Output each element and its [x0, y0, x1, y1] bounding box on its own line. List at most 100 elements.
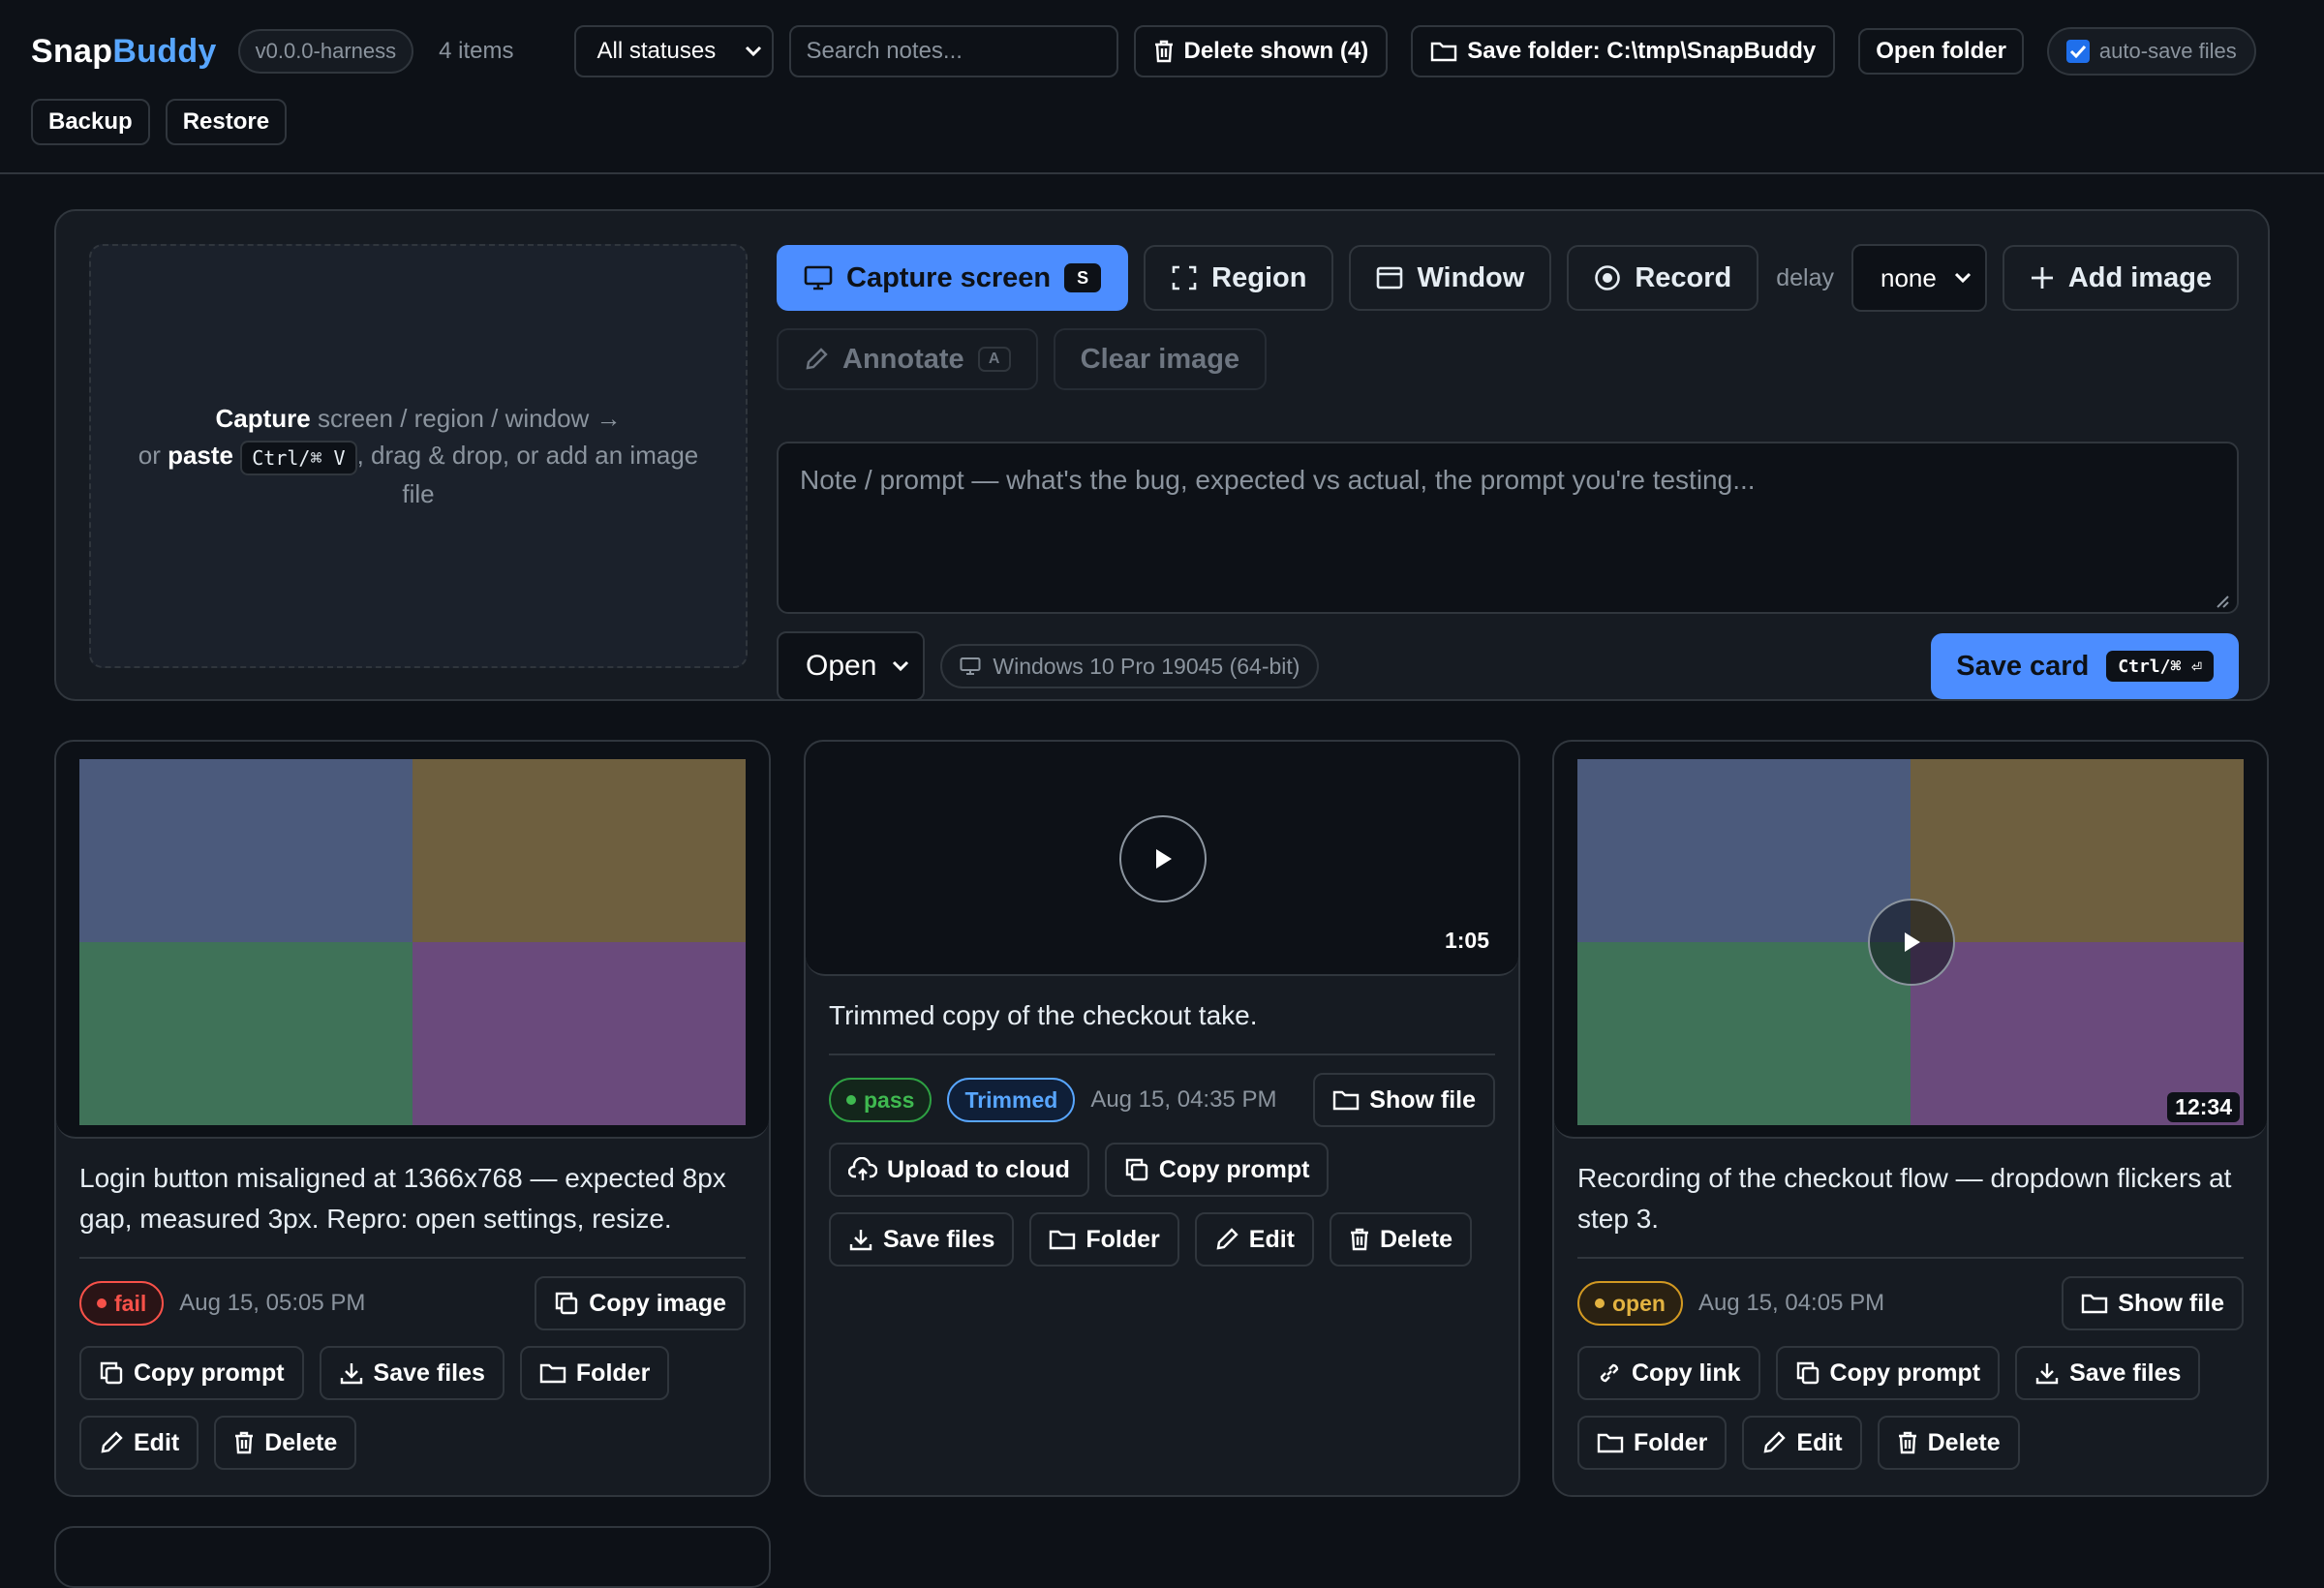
trash-icon [1349, 1228, 1370, 1251]
copy-prompt-label: Copy prompt [1158, 1155, 1310, 1183]
note-card: 1:05 Trimmed copy of the checkout take. … [804, 740, 1520, 1497]
delete-button[interactable]: Delete [214, 1416, 357, 1470]
add-image-button[interactable]: Add image [2002, 245, 2240, 311]
clear-image-button[interactable]: Clear image [1053, 328, 1268, 390]
status-dot [846, 1095, 856, 1105]
capture-screen-button[interactable]: Capture screen S [777, 245, 1129, 311]
folder-button[interactable]: Folder [519, 1346, 670, 1400]
note-textarea[interactable] [777, 442, 2239, 614]
drop-strong-capture: Capture [215, 404, 311, 434]
card-video[interactable]: 12:34 [1554, 742, 2267, 1139]
card-video[interactable]: 1:05 [806, 742, 1518, 976]
download-icon [2034, 1360, 2060, 1386]
annotate-button[interactable]: Annotate A [777, 328, 1038, 390]
edit-button[interactable]: Edit [1742, 1416, 1862, 1470]
card-description[interactable]: Login button misaligned at 1366x768 — ex… [79, 1139, 746, 1259]
delay-label: delay [1776, 263, 1834, 291]
drop-line-1: Capture screen / region / window → [215, 400, 621, 437]
copy-prompt-button[interactable]: Copy prompt [79, 1346, 304, 1400]
cloud-upload-icon [848, 1157, 877, 1182]
item-count: 4 items [439, 38, 514, 64]
edit-label: Edit [1796, 1428, 1843, 1456]
save-folder-label: Save folder: C:\tmp\SnapBuddy [1467, 38, 1817, 64]
copy-image-label: Copy image [589, 1289, 726, 1317]
trash-icon [233, 1431, 255, 1454]
status-dot [1595, 1298, 1605, 1308]
status-label: pass [864, 1086, 915, 1113]
backup-button[interactable]: Backup [31, 99, 150, 145]
status-filter-select[interactable]: All statuses [573, 25, 774, 77]
autosave-label: auto-save files [2098, 39, 2237, 63]
status-badge[interactable]: fail [79, 1281, 165, 1326]
folder-button[interactable]: Folder [1577, 1416, 1728, 1470]
copy-icon [1795, 1360, 1820, 1386]
status-badge[interactable]: open [1577, 1281, 1683, 1326]
region-select-icon [1171, 264, 1198, 291]
thumb-quadrant [79, 759, 413, 942]
autosave-toggle[interactable]: auto-save files [2046, 27, 2256, 76]
window-label: Window [1417, 261, 1525, 293]
capture-panel: Capture screen / region / window → or pa… [54, 209, 2270, 701]
autosave-checkbox[interactable] [2065, 40, 2090, 63]
delay-select[interactable]: none [1851, 244, 1987, 312]
copy-image-button[interactable]: Copy image [535, 1276, 746, 1330]
video-duration: 1:05 [1444, 928, 1489, 953]
folder-icon [1332, 1088, 1360, 1112]
play-button[interactable] [1868, 899, 1955, 986]
add-image-label: Add image [2067, 261, 2213, 293]
copy-link-button[interactable]: Copy link [1577, 1346, 1760, 1400]
record-icon [1594, 264, 1621, 291]
save-files-button[interactable]: Save files [829, 1212, 1015, 1267]
chevron-down-icon [745, 46, 762, 57]
chevron-down-icon [892, 660, 909, 672]
link-icon [1597, 1360, 1622, 1386]
restore-button[interactable]: Restore [165, 99, 288, 145]
folder-icon [1049, 1228, 1076, 1251]
delete-button[interactable]: Delete [1877, 1416, 2020, 1470]
show-file-button[interactable]: Show file [1313, 1073, 1495, 1127]
delete-shown-button[interactable]: Delete shown (4) [1133, 25, 1389, 77]
folder-button[interactable]: Folder [1029, 1212, 1179, 1267]
save-card-button[interactable]: Save card Ctrl/⌘ ⏎ [1931, 633, 2239, 699]
delete-button[interactable]: Delete [1329, 1212, 1473, 1267]
save-folder-button[interactable]: Save folder: C:\tmp\SnapBuddy [1411, 25, 1836, 77]
os-info-badge: Windows 10 Pro 19045 (64-bit) [940, 644, 1320, 688]
folder-label: Folder [1086, 1225, 1160, 1253]
show-file-label: Show file [2118, 1289, 2224, 1317]
os-info-label: Windows 10 Pro 19045 (64-bit) [993, 653, 1300, 679]
download-icon [339, 1360, 364, 1386]
delete-shown-label: Delete shown (4) [1183, 38, 1369, 64]
open-folder-button[interactable]: Open folder [1858, 28, 2024, 75]
copy-prompt-button[interactable]: Copy prompt [1775, 1346, 2001, 1400]
folder-icon [2081, 1292, 2108, 1315]
show-file-button[interactable]: Show file [2062, 1276, 2244, 1330]
folder-label: Folder [575, 1359, 651, 1387]
save-files-button[interactable]: Save files [319, 1346, 505, 1400]
card-description[interactable]: Recording of the checkout flow — dropdow… [1577, 1139, 2244, 1259]
card-timestamp: Aug 15, 04:05 PM [1697, 1290, 1885, 1316]
capture-controls: Capture screen S Region Window Record de… [777, 244, 2240, 701]
record-button[interactable]: Record [1567, 245, 1759, 311]
edit-button[interactable]: Edit [79, 1416, 199, 1470]
edit-button[interactable]: Edit [1194, 1212, 1314, 1267]
resize-grip-icon[interactable] [2216, 595, 2229, 608]
search-input[interactable] [788, 25, 1118, 77]
upload-to-cloud-button[interactable]: Upload to cloud [829, 1143, 1089, 1197]
copy-prompt-button[interactable]: Copy prompt [1104, 1143, 1330, 1197]
region-label: Region [1211, 261, 1307, 293]
drop-zone[interactable]: Capture screen / region / window → or pa… [89, 244, 748, 668]
status-badge[interactable]: pass [829, 1078, 933, 1122]
region-button[interactable]: Region [1144, 245, 1334, 311]
thumb-quadrant [413, 942, 746, 1125]
note-card: 12:34 Recording of the checkout flow — d… [1552, 740, 2269, 1497]
save-files-button[interactable]: Save files [2015, 1346, 2201, 1400]
window-button[interactable]: Window [1349, 245, 1552, 311]
play-button[interactable] [1119, 815, 1207, 902]
card-description[interactable]: Trimmed copy of the checkout take. [829, 976, 1495, 1055]
card-status-select[interactable]: Open [777, 631, 926, 701]
save-files-label: Save files [373, 1359, 485, 1387]
status-filter-value: All statuses [596, 38, 717, 64]
copy-link-label: Copy link [1632, 1359, 1741, 1387]
save-card-label: Save card [1956, 650, 2090, 682]
card-image[interactable] [56, 742, 769, 1139]
